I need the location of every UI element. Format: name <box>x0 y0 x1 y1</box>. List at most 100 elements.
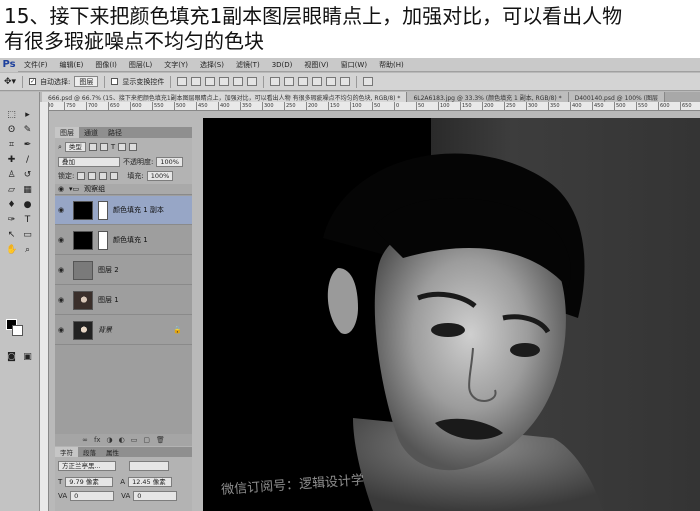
lock-transparent-icon[interactable] <box>77 172 86 180</box>
distribute-center-icon[interactable] <box>326 77 337 86</box>
tab-properties[interactable]: 属性 <box>101 447 124 457</box>
vertical-ruler[interactable] <box>40 102 49 511</box>
font-family-dropdown[interactable]: 方正兰亭黑... <box>58 461 116 471</box>
auto-select-dropdown[interactable]: 图层 <box>74 76 99 87</box>
filter-smart-object-icon[interactable] <box>129 143 138 151</box>
distribute-bottom-icon[interactable] <box>298 77 309 86</box>
quick-mask-icon[interactable]: ◙ <box>6 352 17 363</box>
path-select-tool-icon[interactable]: ↖ <box>6 230 17 241</box>
eye-icon[interactable]: ◉ <box>55 266 67 274</box>
distribute-middle-icon[interactable] <box>284 77 295 86</box>
screen-mode-icon[interactable]: ▣ <box>22 352 33 363</box>
menu-help[interactable]: 帮助(H) <box>379 60 404 70</box>
layer-group[interactable]: ◉ ▾▭ 观察组 <box>55 184 192 195</box>
tracking-field[interactable]: 0 <box>133 491 178 501</box>
doc-tab[interactable]: D400140.psd @ 100% (图层 <box>568 92 665 102</box>
eye-icon[interactable]: ◉ <box>55 206 67 214</box>
document-canvas[interactable]: 微信订阅号：逻辑设计学 <box>203 118 700 511</box>
menu-view[interactable]: 视图(V) <box>304 60 328 70</box>
add-mask-icon[interactable]: ◑ <box>107 436 113 444</box>
eye-icon[interactable]: ◉ <box>55 296 67 304</box>
menu-image[interactable]: 图像(I) <box>95 60 117 70</box>
move-tool-icon[interactable]: ▸ <box>22 110 33 121</box>
menu-edit[interactable]: 编辑(E) <box>60 60 84 70</box>
type-tool-icon[interactable]: T <box>22 215 33 226</box>
font-size-field[interactable]: 9.79 像素 <box>65 477 114 487</box>
shape-tool-icon[interactable]: ▭ <box>22 230 33 241</box>
gradient-tool-icon[interactable]: ▦ <box>22 185 33 196</box>
align-bottom-icon[interactable] <box>205 77 216 86</box>
distribute-top-icon[interactable] <box>270 77 281 86</box>
quick-select-tool-icon[interactable]: ✎ <box>22 125 33 136</box>
align-middle-icon[interactable] <box>191 77 202 86</box>
align-center-icon[interactable] <box>233 77 244 86</box>
fx-icon[interactable]: fx <box>94 436 101 444</box>
trash-icon[interactable]: 🗑 <box>156 436 165 444</box>
menu-file[interactable]: 文件(F) <box>24 60 48 70</box>
eraser-tool-icon[interactable]: ▱ <box>6 185 17 196</box>
filter-kind-dropdown[interactable]: 类型 <box>64 142 86 152</box>
crop-tool-icon[interactable]: ⌗ <box>6 140 17 151</box>
move-tool-icon[interactable]: ✥▾ <box>4 77 16 87</box>
menu-3d[interactable]: 3D(D) <box>272 61 293 69</box>
align-right-icon[interactable] <box>247 77 258 86</box>
eye-icon[interactable]: ◉ <box>55 236 67 244</box>
show-transform-checkbox[interactable] <box>111 78 119 85</box>
blend-mode-dropdown[interactable]: 叠加 <box>58 157 120 167</box>
tab-paragraph[interactable]: 段落 <box>78 447 101 457</box>
stamp-tool-icon[interactable]: ♙ <box>6 170 17 181</box>
align-top-icon[interactable] <box>177 77 188 86</box>
layer-row[interactable]: ◉ 背景 🔒 <box>55 316 192 345</box>
leading-field[interactable]: 12.45 像素 <box>128 477 173 487</box>
eye-icon[interactable]: ◉ <box>55 185 67 193</box>
lock-position-icon[interactable] <box>99 172 108 180</box>
distribute-right-icon[interactable] <box>340 77 351 86</box>
font-style-dropdown[interactable] <box>129 461 169 471</box>
layer-row[interactable]: ◉ 图层 1 <box>55 286 192 315</box>
new-group-icon[interactable]: ▭ <box>131 436 138 444</box>
eyedropper-tool-icon[interactable]: ✒ <box>22 140 33 151</box>
menu-filter[interactable]: 滤镜(T) <box>236 60 260 70</box>
healing-tool-icon[interactable]: ✚ <box>6 155 17 166</box>
layer-row[interactable]: ◉ 颜色填充 1 <box>55 226 192 255</box>
filter-shape-icon[interactable] <box>118 143 127 151</box>
layer-row[interactable]: ◉ 颜色填充 1 副本 <box>55 196 192 225</box>
hand-tool-icon[interactable]: ✋ <box>6 245 17 256</box>
blur-tool-icon[interactable]: ♦ <box>6 200 17 211</box>
lock-image-icon[interactable] <box>88 172 97 180</box>
menu-layer[interactable]: 图层(L) <box>129 60 152 70</box>
marquee-tool-icon[interactable]: ⬚ <box>6 110 17 121</box>
doc-tab[interactable]: 6L2A6183.jpg @ 33.3% (颜色填充 1 副本, RGB/8) … <box>407 92 569 102</box>
eye-icon[interactable]: ◉ <box>55 326 67 334</box>
auto-select-checkbox[interactable]: ✓ <box>29 78 37 85</box>
menu-window[interactable]: 窗口(W) <box>341 60 367 70</box>
history-brush-tool-icon[interactable]: ↺ <box>22 170 33 181</box>
brush-tool-icon[interactable]: / <box>22 155 33 166</box>
filter-type-icon[interactable]: T <box>111 143 115 151</box>
opacity-field[interactable]: 100% <box>156 157 183 167</box>
adjustment-layer-icon[interactable]: ◐ <box>119 436 125 444</box>
tab-paths[interactable]: 路径 <box>103 127 127 138</box>
kerning-field[interactable]: 0 <box>70 491 115 501</box>
layer-mask-thumbnail[interactable] <box>98 230 108 250</box>
lasso-tool-icon[interactable]: ʘ <box>6 125 17 136</box>
tab-layers[interactable]: 图层 <box>55 127 79 138</box>
background-color-swatch[interactable] <box>12 325 23 336</box>
align-left-icon[interactable] <box>219 77 230 86</box>
horizontal-ruler[interactable]: 8007507006506005505004504003503002502001… <box>42 102 700 111</box>
zoom-tool-icon[interactable]: ⌕ <box>22 245 33 256</box>
pen-tool-icon[interactable]: ✑ <box>6 215 17 226</box>
doc-tab-active[interactable]: 666.psd @ 66.7% (15、接下来把颜色填充1副本图层眼睛点上，加强… <box>42 92 408 102</box>
new-layer-icon[interactable]: ▢ <box>143 436 150 444</box>
fill-field[interactable]: 100% <box>146 171 174 181</box>
auto-align-icon[interactable] <box>363 77 374 86</box>
menu-select[interactable]: 选择(S) <box>200 60 224 70</box>
lock-all-icon[interactable] <box>110 172 119 180</box>
filter-pixel-icon[interactable] <box>88 143 97 151</box>
link-layers-icon[interactable]: ∞ <box>82 436 88 444</box>
tab-channels[interactable]: 通道 <box>79 127 103 138</box>
dodge-tool-icon[interactable]: ● <box>22 200 33 211</box>
menu-type[interactable]: 文字(Y) <box>164 60 188 70</box>
layer-mask-thumbnail[interactable] <box>98 200 108 220</box>
filter-adjustment-icon[interactable] <box>99 143 108 151</box>
